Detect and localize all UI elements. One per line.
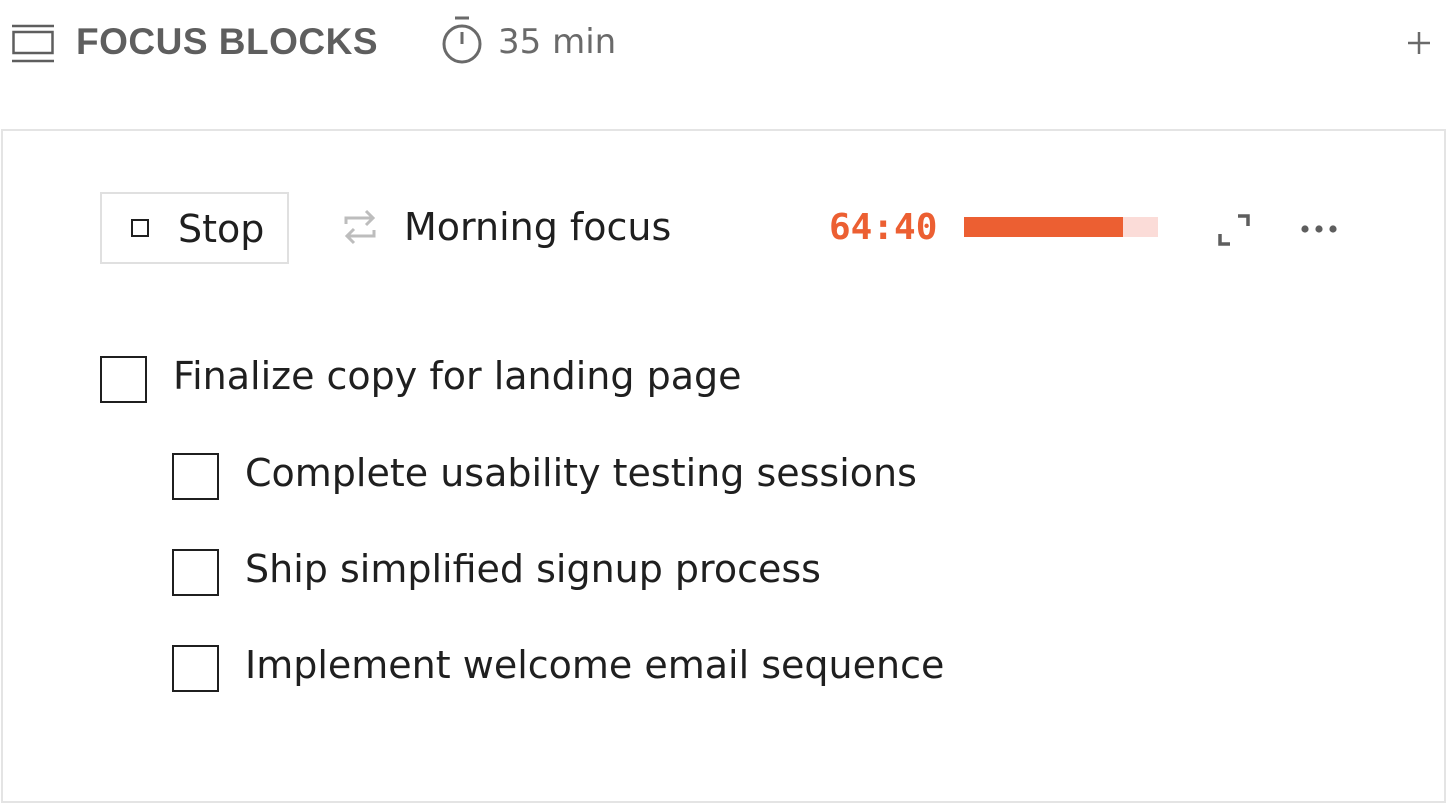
session-progress-fill <box>964 217 1124 237</box>
stop-icon <box>131 219 149 237</box>
focus-session-card: Stop Morning focus 64:40 Finalize copy f… <box>1 129 1446 803</box>
more-icon[interactable] <box>1297 217 1341 241</box>
subtask-label: Ship simplified signup process <box>245 547 821 591</box>
task-checkbox[interactable] <box>100 356 147 403</box>
focus-blocks-header: FOCUS BLOCKS 35 min <box>0 0 1446 88</box>
subtask-checkbox[interactable] <box>172 645 219 692</box>
repeat-icon <box>344 209 376 245</box>
subtask-checkbox[interactable] <box>172 453 219 500</box>
duration-text: 35 min <box>498 22 617 62</box>
subtask-checkbox[interactable] <box>172 549 219 596</box>
plus-icon[interactable] <box>1404 28 1434 58</box>
task-label: Finalize copy for landing page <box>173 354 742 398</box>
stop-button[interactable]: Stop <box>100 192 289 264</box>
stop-button-label: Stop <box>178 207 265 251</box>
blocks-icon <box>12 24 54 63</box>
timer-icon <box>442 16 482 64</box>
expand-icon[interactable] <box>1217 213 1251 247</box>
session-progress-bar <box>964 217 1158 237</box>
subtask-label: Complete usability testing sessions <box>245 451 917 495</box>
session-name: Morning focus <box>404 205 672 249</box>
section-title: FOCUS BLOCKS <box>76 21 378 62</box>
subtask-label: Implement welcome email sequence <box>245 643 945 687</box>
countdown-timer: 64:40 <box>829 207 938 248</box>
